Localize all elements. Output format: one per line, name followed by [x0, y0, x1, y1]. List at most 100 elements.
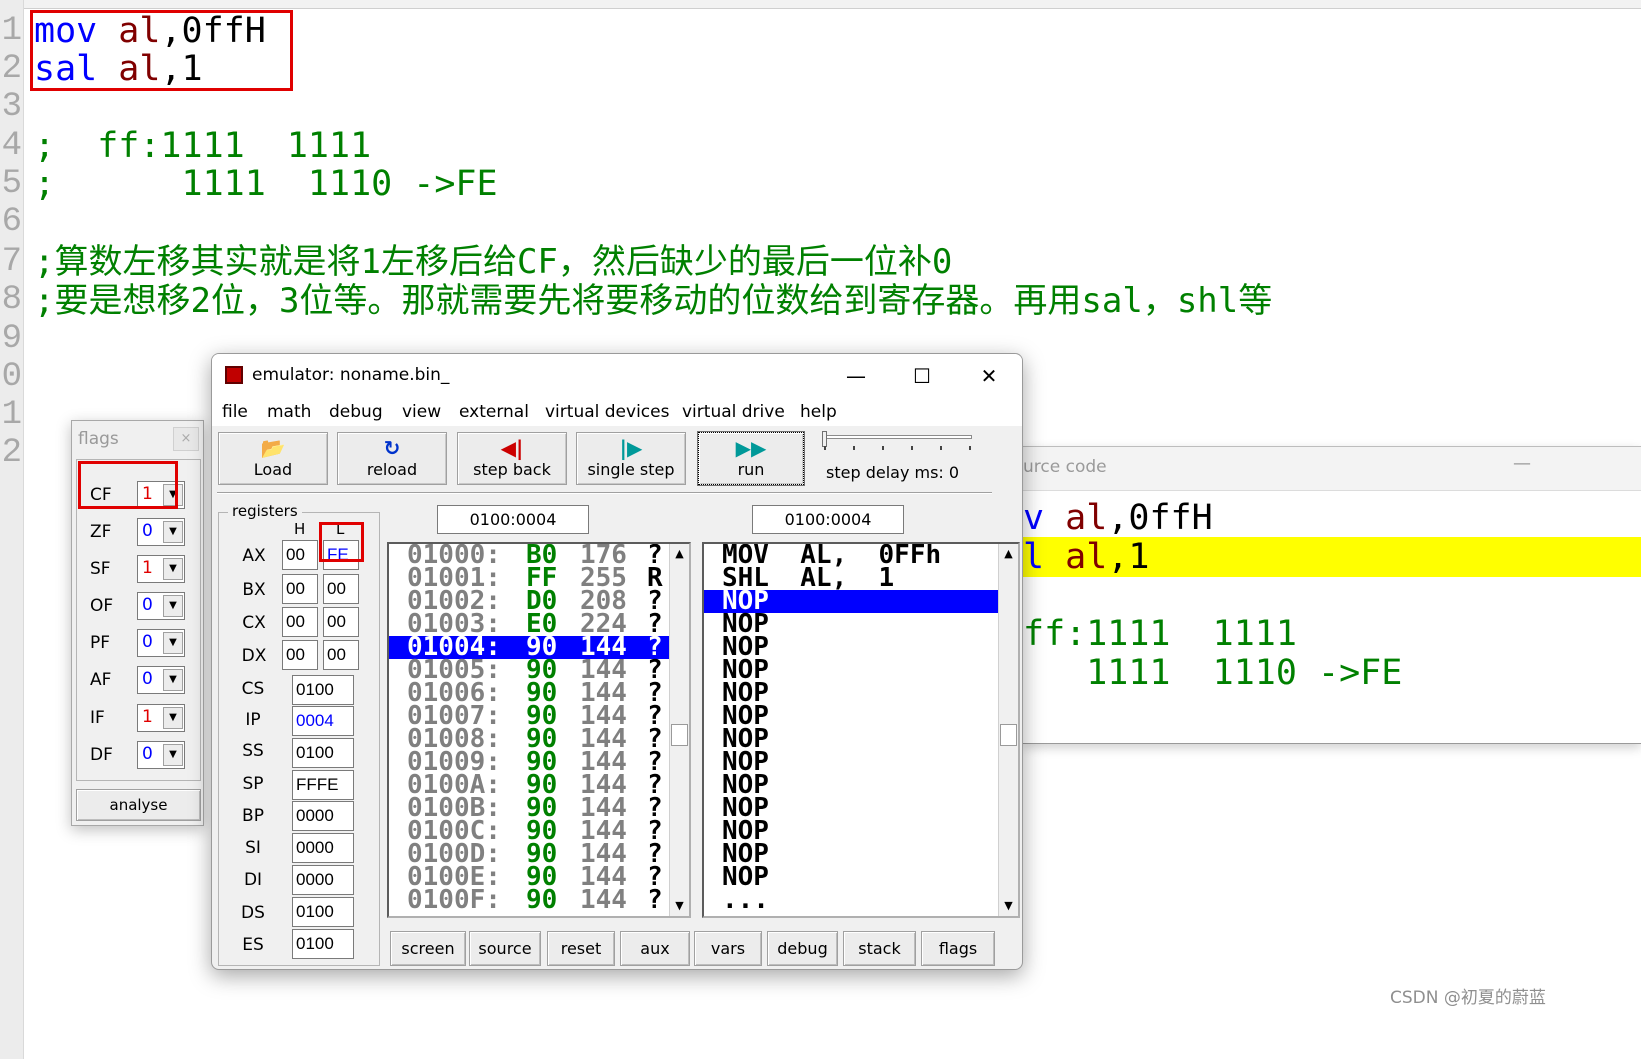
analyse-button[interactable]: analyse [76, 789, 201, 821]
menu-virtual-drive[interactable]: virtual drive [682, 402, 785, 422]
scroll-up-icon[interactable]: ▲ [999, 544, 1018, 564]
register-ss[interactable]: 0100 [292, 738, 354, 768]
register-dx-low[interactable]: 00 [323, 640, 359, 670]
load-button[interactable]: 📂 Load [218, 432, 328, 485]
line-number-gutter: 1 2 3 4 5 6 7 8 9 0 1 2 [0, 0, 24, 1059]
flag-select-pf[interactable]: 0 ▼ [137, 629, 185, 657]
chevron-down-icon[interactable]: ▼ [163, 669, 183, 691]
slider-tick [911, 446, 913, 450]
scroll-thumb[interactable] [671, 724, 688, 746]
register-bx-low[interactable]: 00 [323, 574, 359, 604]
register-bp[interactable]: 0000 [292, 801, 354, 831]
memory-address-input[interactable]: 0100:0004 [437, 505, 589, 534]
register-es[interactable]: 0100 [292, 929, 354, 959]
comment-line-8[interactable]: ;要是想移2位，3位等。那就需要先将要移动的位数给到寄存器。再用sal，shl等 [34, 282, 1272, 320]
close-button[interactable]: ✕ [969, 362, 1009, 390]
menu-bar: file math debug view external virtual de… [212, 398, 1022, 426]
minimize-button[interactable]: — [836, 362, 876, 390]
register-name-sp: SP [242, 774, 264, 794]
flag-label-zf: ZF [90, 522, 112, 542]
disassembly-scrollbar[interactable]: ▲ ▼ [998, 544, 1018, 916]
register-ax-high[interactable]: 00 [282, 540, 318, 570]
flag-select-if[interactable]: 1 ▼ [137, 704, 185, 732]
emulator-window: emulator: noname.bin_ — ☐ ✕ file math de… [211, 353, 1023, 970]
disasm-row[interactable]: ... [704, 887, 1000, 913]
source-comment-line-4: ff:1111 1111 [1023, 614, 1297, 654]
flag-select-of[interactable]: 0 ▼ [137, 592, 185, 620]
register-bx-high[interactable]: 00 [282, 574, 318, 604]
reset-button[interactable]: reset [547, 931, 615, 966]
slider-tick [824, 446, 826, 450]
close-icon[interactable]: × [173, 427, 199, 451]
scroll-down-icon[interactable]: ▼ [999, 896, 1018, 916]
maximize-button[interactable]: ☐ [902, 362, 942, 390]
menu-view[interactable]: view [402, 402, 441, 422]
disassembly-list[interactable]: MOV AL, 0FFh SHL AL, 1 NOP NOP NOP NOP NOP NOP N… [702, 542, 1020, 918]
register: al [1065, 498, 1108, 538]
menu-external[interactable]: external [459, 402, 529, 422]
line-number: 7 [1, 243, 22, 281]
menu-debug[interactable]: debug [329, 402, 383, 422]
register-cx-low[interactable]: 00 [323, 607, 359, 637]
comment-line-7[interactable]: ;算数左移其实就是将1左移后给CF，然后缺少的最后一位补0 [34, 243, 952, 281]
single-step-button[interactable]: |▶ single step [576, 432, 686, 485]
step-back-button[interactable]: ◀| step back [457, 432, 567, 485]
menu-math[interactable]: math [267, 402, 311, 422]
aux-button[interactable]: aux [620, 931, 690, 966]
comment-line-5[interactable]: ; 1111 1110 ->FE [34, 165, 498, 203]
scroll-up-icon[interactable]: ▲ [670, 544, 689, 564]
memory-row[interactable]: 0100F: 90 144? [389, 885, 671, 915]
register-dx-high[interactable]: 00 [282, 640, 318, 670]
register-name-es: ES [242, 935, 264, 955]
disasm-address-input[interactable]: 0100:0004 [752, 505, 904, 534]
flag-select-df[interactable]: 0 ▼ [137, 741, 185, 769]
screen-button[interactable]: screen [390, 931, 466, 966]
register-sp[interactable]: FFFE [292, 770, 354, 800]
reload-button[interactable]: ↻ reload [337, 432, 447, 485]
run-button[interactable]: ▶▶ run [697, 431, 805, 486]
flag-value: 0 [142, 595, 153, 615]
register-ds[interactable]: 0100 [292, 897, 354, 927]
flag-label-sf: SF [90, 559, 111, 579]
chevron-down-icon[interactable]: ▼ [163, 558, 183, 580]
line-number: 2 [1, 434, 22, 472]
keyword: l [1023, 537, 1045, 577]
flags-button[interactable]: flags [921, 931, 995, 966]
flag-value: 0 [142, 521, 153, 541]
chevron-down-icon[interactable]: ▼ [163, 521, 183, 543]
comment-line-4[interactable]: ; ff:1111 1111 [34, 127, 371, 165]
step-delay-label: step delay ms: 0 [826, 463, 960, 482]
source-button[interactable]: source [469, 931, 541, 966]
step-delay-slider[interactable] [824, 435, 972, 439]
slider-thumb[interactable] [822, 431, 827, 447]
flag-select-zf[interactable]: 0 ▼ [137, 518, 185, 546]
debug-button[interactable]: debug [767, 931, 838, 966]
menu-virtual-devices[interactable]: virtual devices [545, 402, 669, 422]
register-cx-high[interactable]: 00 [282, 607, 318, 637]
register-cs[interactable]: 0100 [292, 675, 354, 705]
register-ip[interactable]: 0004 [292, 706, 354, 736]
chevron-down-icon[interactable]: ▼ [163, 595, 183, 617]
minimize-button[interactable]: — [1513, 453, 1531, 474]
menu-help[interactable]: help [800, 402, 837, 422]
single-step-label: single step [587, 460, 675, 479]
memory-addr: 0100F: [407, 885, 501, 915]
source-window-titlebar[interactable]: urce code — [1023, 447, 1641, 491]
flag-select-sf[interactable]: 1 ▼ [137, 555, 185, 583]
chevron-down-icon[interactable]: ▼ [163, 707, 183, 729]
scroll-down-icon[interactable]: ▼ [670, 896, 689, 916]
menu-file[interactable]: file [222, 402, 248, 422]
flag-select-af[interactable]: 0 ▼ [137, 666, 185, 694]
emulator-titlebar[interactable]: emulator: noname.bin_ — ☐ ✕ [212, 354, 1022, 398]
chevron-down-icon[interactable]: ▼ [163, 632, 183, 654]
stack-button[interactable]: stack [843, 931, 916, 966]
load-label: Load [253, 460, 293, 479]
vars-button[interactable]: vars [694, 931, 762, 966]
flags-window: flags × CF 1 ▼ ZF 0 ▼ SF 1 ▼ OF 0 ▼ PF 0 ▼ AF… [71, 420, 204, 826]
memory-scrollbar[interactable]: ▲ ▼ [669, 544, 689, 916]
chevron-down-icon[interactable]: ▼ [163, 744, 183, 766]
register-di[interactable]: 0000 [292, 865, 354, 895]
scroll-thumb[interactable] [1000, 724, 1017, 746]
memory-list[interactable]: 01000: B0 176? 01001: FF 255 R 01002: D0 208? 0100… [387, 542, 691, 918]
register-si[interactable]: 0000 [292, 833, 354, 863]
